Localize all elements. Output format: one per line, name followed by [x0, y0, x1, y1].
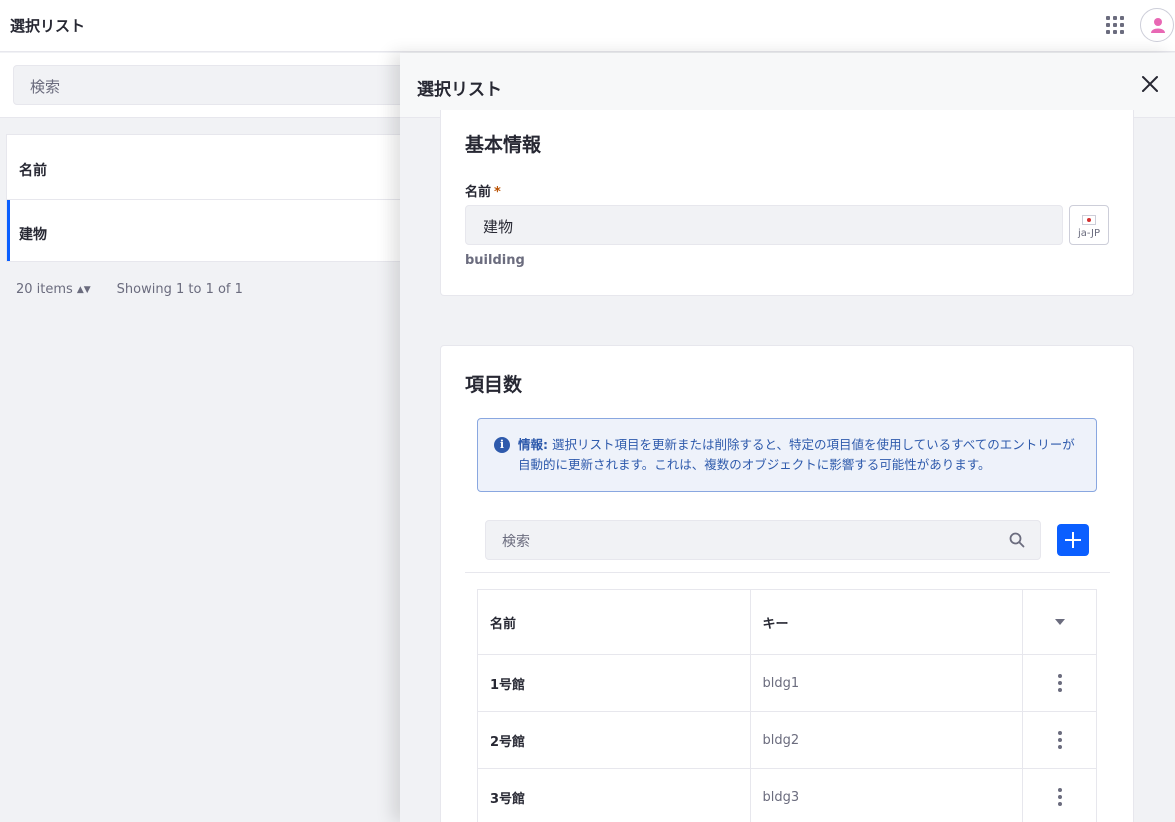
- table-header-row: 名前 キー: [477, 589, 1097, 655]
- left-search-bar: 検索: [0, 53, 413, 118]
- kebab-icon[interactable]: [1057, 788, 1062, 806]
- column-header-name[interactable]: 名前: [477, 589, 751, 655]
- japan-flag-icon: [1082, 215, 1096, 225]
- pagination: 20 items ▲▼ Showing 1 to 1 of 1: [16, 282, 243, 297]
- picklist-table: 名前 建物: [6, 134, 406, 262]
- required-mark: *: [494, 185, 501, 200]
- name-field-label: 名前 *: [465, 185, 501, 200]
- search-icon[interactable]: [1009, 532, 1025, 548]
- column-header-key[interactable]: キー: [749, 589, 1024, 655]
- panel-title: 選択リスト: [417, 80, 502, 100]
- apps-grid-icon[interactable]: [1106, 16, 1124, 34]
- table-row[interactable]: 建物: [7, 200, 405, 261]
- item-name: 2号館: [477, 711, 751, 769]
- table-row: 1号館 bldg1: [477, 654, 1097, 712]
- info-label: 情報:: [518, 437, 548, 452]
- items-search-input[interactable]: 検索: [485, 520, 1041, 560]
- top-bar: 選択リスト: [0, 0, 1175, 52]
- column-options[interactable]: [1022, 589, 1097, 655]
- table-row: 2号館 bldg2: [477, 711, 1097, 769]
- basic-info-card: 基本情報 名前 * 建物 ja-JP building: [440, 110, 1134, 296]
- side-panel: 選択リスト 基本情報 名前 * 建物 ja-JP building 項目数 i 情…: [400, 53, 1175, 822]
- item-key: bldg1: [749, 654, 1024, 712]
- items-card: 項目数 i 情報: 選択リスト項目を更新または削除すると、特定の項目値を使用して…: [440, 345, 1134, 822]
- item-key: bldg2: [749, 711, 1024, 769]
- row-actions: [1022, 768, 1097, 822]
- user-avatar[interactable]: [1140, 8, 1174, 42]
- item-key: bldg3: [749, 768, 1024, 822]
- name-field[interactable]: 建物: [465, 205, 1063, 245]
- sort-caret-icon: ▲▼: [76, 285, 91, 295]
- caret-down-icon[interactable]: [1054, 619, 1065, 625]
- panel-body: 基本情報 名前 * 建物 ja-JP building 項目数 i 情報: 選択リ…: [416, 110, 1158, 822]
- divider: [465, 572, 1110, 573]
- user-icon: [1151, 18, 1165, 33]
- item-name: 1号館: [477, 654, 751, 712]
- kebab-icon[interactable]: [1057, 731, 1062, 749]
- locale-selector-button[interactable]: ja-JP: [1069, 205, 1109, 245]
- info-alert: i 情報: 選択リスト項目を更新または削除すると、特定の項目値を使用しているすべ…: [477, 418, 1097, 492]
- basic-info-title: 基本情報: [465, 134, 542, 156]
- item-name: 3号館: [477, 768, 751, 822]
- key-value: building: [465, 253, 525, 268]
- left-search-input[interactable]: 検索: [13, 65, 413, 105]
- locale-code: ja-JP: [1077, 228, 1101, 239]
- items-table: 名前 キー 1号館 bldg1 2号館 bldg2 3号館 bldg3: [477, 589, 1097, 822]
- row-actions: [1022, 654, 1097, 712]
- page-size-selector[interactable]: 20 items ▲▼: [16, 282, 91, 297]
- add-item-button[interactable]: [1057, 524, 1089, 556]
- info-text: 選択リスト項目を更新または削除すると、特定の項目値を使用しているすべてのエントリ…: [518, 437, 1075, 472]
- panel-header: 選択リスト: [400, 53, 1175, 118]
- items-title: 項目数: [465, 374, 523, 396]
- kebab-icon[interactable]: [1057, 674, 1062, 692]
- pagination-summary: Showing 1 to 1 of 1: [116, 282, 243, 297]
- info-icon: i: [494, 437, 510, 453]
- close-icon[interactable]: [1141, 75, 1159, 93]
- page-title: 選択リスト: [10, 17, 86, 35]
- row-actions: [1022, 711, 1097, 769]
- table-row: 3号館 bldg3: [477, 768, 1097, 822]
- table-header-name[interactable]: 名前: [7, 135, 405, 200]
